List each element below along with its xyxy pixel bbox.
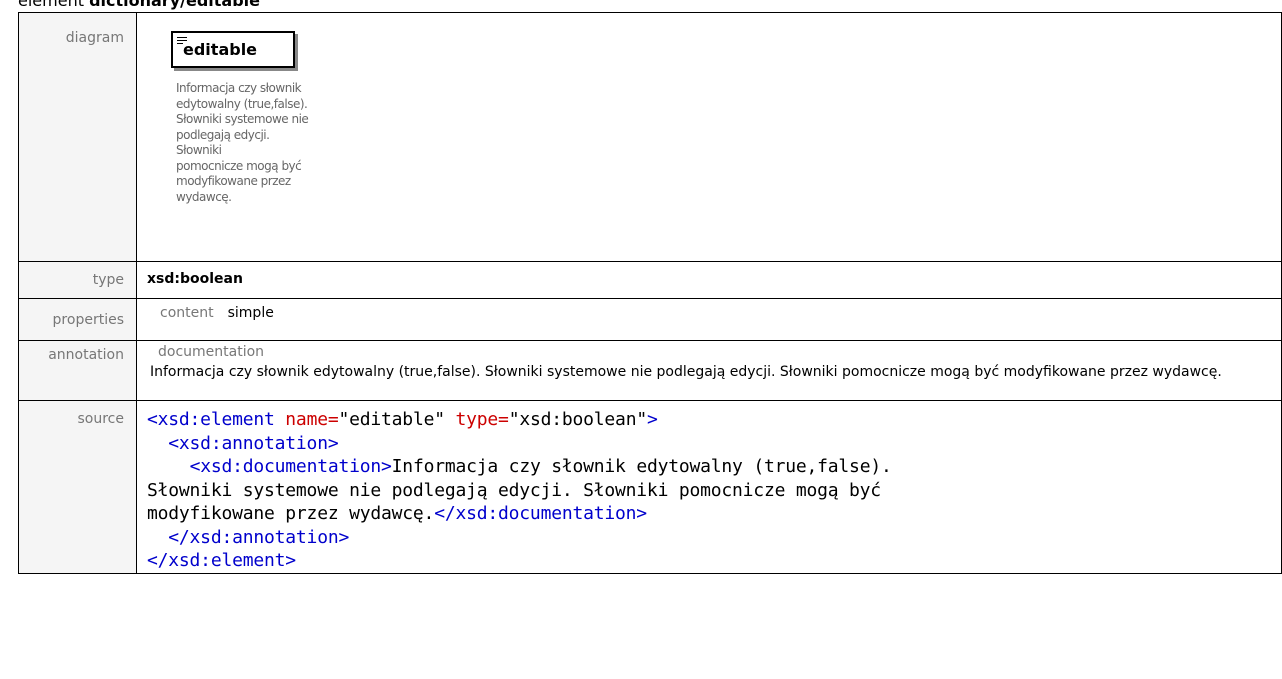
source-attr-name: name=: [274, 409, 339, 430]
annotation-key: documentation: [158, 344, 265, 360]
source-label: source: [77, 411, 125, 427]
diagram-value-cell: editable Informacja czy słownik edytowal…: [136, 12, 1282, 262]
type-label-cell: type: [18, 261, 137, 299]
source-element-open-tag: <xsd:element: [147, 409, 275, 430]
type-value: xsd:boolean: [147, 271, 243, 287]
properties-row: properties content simple: [18, 298, 1282, 341]
source-attr-name-value: "editable": [338, 409, 445, 430]
page-title-prefix: element: [18, 0, 90, 10]
diagram-row: diagram editable Informacja czy słownik …: [18, 12, 1282, 262]
diagram-label: diagram: [65, 30, 124, 46]
source-doc-indent: [147, 456, 190, 477]
page-title-element-name: dictionary/editable: [89, 0, 260, 10]
source-label-cell: source: [18, 400, 137, 574]
element-doc-table: diagram editable Informacja czy słownik …: [18, 12, 1282, 574]
source-row: source <xsd:element name="editable" type…: [18, 400, 1282, 574]
diagram-label-cell: diagram: [18, 12, 137, 262]
annotation-label: annotation: [48, 347, 124, 363]
page-title: element dictionary/editable: [18, 0, 260, 11]
source-code: <xsd:element name="editable" type="xsd:b…: [147, 401, 1281, 573]
diagram-element-name: editable: [183, 40, 258, 59]
properties-label: properties: [52, 312, 124, 328]
source-element-close: </xsd:element>: [147, 550, 296, 571]
type-value-cell: xsd:boolean: [136, 261, 1282, 299]
annotation-label-cell: annotation: [18, 340, 137, 401]
properties-value-cell: content simple: [136, 298, 1282, 341]
source-value-cell: <xsd:element name="editable" type="xsd:b…: [136, 400, 1282, 574]
source-attr-type-value: "xsd:boolean": [508, 409, 647, 430]
source-documentation-open: <xsd:documentation>: [189, 456, 392, 477]
source-attr-type: type=: [444, 409, 509, 430]
property-key: content: [160, 305, 214, 321]
diagram-documentation-text: Informacja czy słownik edytowalny (true,…: [176, 81, 309, 204]
source-annotation-close: </xsd:annotation>: [147, 526, 350, 548]
type-row: type xsd:boolean: [18, 261, 1282, 299]
element-diagram-box[interactable]: editable: [171, 31, 295, 68]
property-entry: content simple: [147, 299, 1281, 321]
properties-label-cell: properties: [18, 298, 137, 341]
annotation-value-cell: documentation Informacja czy słownik edy…: [136, 340, 1282, 401]
source-element-open-close: >: [646, 409, 658, 430]
diagram-canvas: editable Informacja czy słownik edytowal…: [147, 13, 1281, 261]
source-documentation-close: </xsd:documentation>: [434, 503, 647, 524]
annotation-row: annotation documentation Informacja czy …: [18, 340, 1282, 401]
source-annotation-open: <xsd:annotation>: [147, 432, 339, 454]
annotation-text: Informacja czy słownik edytowalny (true,…: [150, 364, 1222, 380]
property-value: simple: [227, 305, 274, 321]
type-label: type: [92, 272, 124, 288]
